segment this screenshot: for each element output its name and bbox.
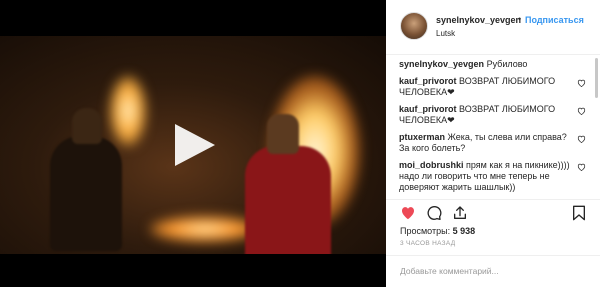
caption-text: Рубилово (486, 59, 528, 69)
heart-outline-icon[interactable] (577, 107, 586, 115)
speech-bubble-icon[interactable] (426, 205, 442, 221)
play-icon[interactable] (175, 124, 215, 166)
knight-right (245, 114, 331, 254)
comment-box (386, 255, 600, 287)
video-player[interactable] (0, 0, 386, 287)
views-number: 5 938 (452, 226, 476, 236)
heart-filled-icon[interactable] (400, 205, 416, 220)
post-timestamp[interactable]: 3 ЧАСОВ НАЗАД (400, 240, 455, 247)
caption: synelnykov_yevgen Рубилово (399, 59, 586, 70)
fire-stream (150, 216, 260, 242)
heart-outline-icon[interactable] (577, 79, 586, 87)
comment-username[interactable]: kauf_privorot (399, 104, 457, 114)
comment-item: ptuxerman Жека, ты слева или справа? За … (399, 132, 586, 154)
comment-item: kauf_privorot ВОЗВРАТ ЛЮБИМОГО ЧЕЛОВЕКА❤ (399, 76, 586, 98)
follow-button[interactable]: Подписаться (525, 15, 584, 25)
comment-item: kauf_privorot ВОЗВРАТ ЛЮБИМОГО ЧЕЛОВЕКА❤ (399, 104, 586, 126)
author-username[interactable]: synelnykov_yevgen (436, 15, 521, 25)
torch-flame (110, 76, 146, 146)
share-icon[interactable] (452, 205, 468, 221)
comment-username[interactable]: kauf_privorot (399, 76, 457, 86)
action-bar (386, 199, 600, 225)
knight-left (50, 108, 122, 251)
comment-item: moi_dobrushki прям как я на пикнике)))) … (399, 160, 586, 193)
post-header: synelnykov_yevgen • Подписаться Lutsk (386, 0, 600, 55)
heart-outline-icon[interactable] (577, 163, 586, 171)
view-count: Просмотры: 5 938 (400, 226, 475, 236)
views-label: Просмотры: (400, 226, 451, 236)
comment-username[interactable]: moi_dobrushki (399, 160, 464, 170)
comments-scrollbar[interactable] (595, 58, 598, 98)
avatar[interactable] (400, 12, 428, 40)
comment-username[interactable]: ptuxerman (399, 132, 445, 142)
heart-outline-icon[interactable] (577, 135, 586, 143)
post-panel: synelnykov_yevgen • Подписаться Lutsk sy… (386, 0, 600, 287)
separator-dot: • (518, 14, 522, 24)
comment-input[interactable] (400, 264, 588, 278)
comments-list[interactable]: synelnykov_yevgen Рубилово kauf_privorot… (386, 55, 600, 198)
location-link[interactable]: Lutsk (436, 29, 455, 38)
bookmark-icon[interactable] (572, 205, 586, 221)
caption-username[interactable]: synelnykov_yevgen (399, 59, 484, 69)
